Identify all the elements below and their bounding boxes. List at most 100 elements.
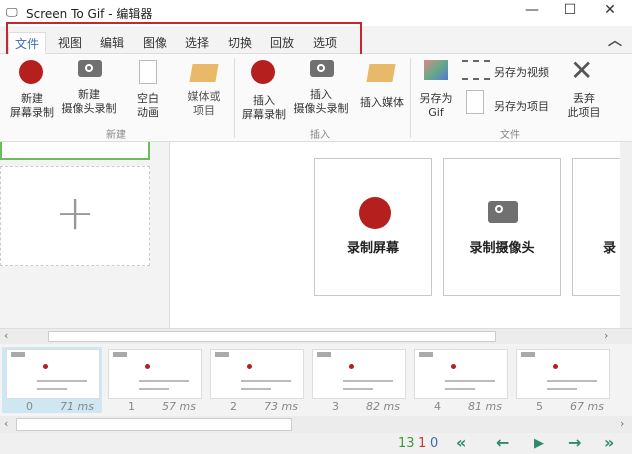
title-bar: 🖵 Screen To Gif - 编辑器 — ☐ ✕ [0, 0, 632, 26]
record-icon [359, 197, 391, 229]
tab-playback[interactable]: 回放 [264, 32, 300, 53]
frame-delay: 71 ms [60, 400, 94, 413]
scroll-thumb[interactable] [48, 331, 496, 342]
folder-icon [189, 64, 219, 82]
frame-number: 2 [230, 400, 237, 413]
separator [410, 58, 411, 138]
frame-image [210, 349, 304, 399]
frame-count: 13 [398, 436, 415, 451]
welcome-area: + 录制屏幕 录制摄像头 录 [0, 142, 632, 330]
tab-select[interactable]: 选择 [179, 32, 215, 53]
label: 另存为视频 [494, 66, 549, 79]
frame-thumbnail[interactable]: 5 67 ms [512, 347, 612, 413]
record-screen-card[interactable]: 录制屏幕 [314, 158, 432, 296]
frame-strip: 0 71 ms 1 57 ms 2 73 ms 3 82 ms 4 81 ms 5 67 ms [0, 344, 632, 416]
blank-animation-button[interactable]: 空白 动画 [130, 54, 166, 124]
separator [234, 58, 235, 138]
welcome-horizontal-scrollbar[interactable]: ‹ › [0, 328, 632, 344]
label: 空白 [137, 92, 159, 105]
insert-screen-recording-button[interactable]: 插入 屏幕录制 [238, 54, 290, 124]
preview-panel: + [0, 142, 170, 330]
label: 项目 [193, 104, 215, 117]
selected-count: 1 [418, 436, 427, 451]
next-frame-icon[interactable]: → [568, 433, 581, 452]
group-label-new: 新建 [106, 130, 126, 141]
frame-delay: 67 ms [570, 400, 604, 413]
tab-file[interactable]: 文件 [8, 32, 47, 54]
last-frame-icon[interactable]: » [604, 433, 614, 452]
frame-delay: 81 ms [468, 400, 502, 413]
frame-image [516, 349, 610, 399]
window-title: Screen To Gif - 编辑器 [26, 7, 153, 21]
card-label: 录 [603, 241, 617, 256]
record-camera-card[interactable]: 录制摄像头 [443, 158, 561, 296]
camera-icon [78, 60, 102, 77]
project-icon [466, 90, 484, 114]
scroll-thumb[interactable] [16, 418, 292, 431]
label: 动画 [137, 106, 159, 119]
frame-thumbnail[interactable]: 1 57 ms [104, 347, 204, 413]
frame-number: 4 [434, 400, 441, 413]
scroll-right-arrow[interactable]: › [620, 417, 624, 430]
insert-media-button[interactable]: 插入媒体 [356, 54, 406, 124]
label: 插入 [253, 94, 275, 107]
camera-add-icon [310, 60, 334, 77]
save-as-video-button[interactable]: 另存为视频 [460, 56, 560, 84]
frame-thumbnail[interactable]: 3 82 ms [308, 347, 408, 413]
tab-edit[interactable]: 编辑 [94, 32, 130, 53]
play-icon[interactable]: ▶ [534, 436, 544, 451]
close-button[interactable]: ✕ [590, 2, 630, 22]
tab-view[interactable]: 视图 [52, 32, 88, 53]
label: Gif [428, 106, 444, 119]
frame-thumbnail[interactable]: 4 81 ms [410, 347, 510, 413]
ribbon-tabs: 文件 视图 编辑 图像 选择 切换 回放 选项 ︿ [0, 26, 632, 54]
add-frame-area[interactable]: + [0, 166, 150, 266]
frame-image [414, 349, 508, 399]
frame-thumbnail[interactable]: 0 71 ms [2, 347, 102, 413]
frame-image [6, 349, 100, 399]
label: 丢弃 [573, 92, 595, 105]
tab-transition[interactable]: 切换 [222, 32, 258, 53]
label: 插入 [310, 88, 332, 101]
label: 屏幕录制 [242, 108, 286, 121]
scroll-left-arrow[interactable]: ‹ [4, 329, 8, 342]
new-screen-recording-button[interactable]: 新建 屏幕录制 [10, 54, 54, 124]
insert-camera-recording-button[interactable]: 插入 摄像头录制 [292, 54, 352, 124]
label: 另存为 [419, 92, 453, 105]
card-label: 录制摄像头 [469, 241, 535, 256]
label: 插入媒体 [360, 96, 404, 109]
label: 新建 [78, 88, 100, 101]
label: 摄像头录制 [293, 102, 349, 115]
tab-image[interactable]: 图像 [137, 32, 173, 53]
minimize-button[interactable]: — [512, 2, 552, 22]
maximize-button[interactable]: ☐ [550, 2, 590, 22]
new-camera-recording-button[interactable]: 新建 摄像头录制 [60, 54, 120, 124]
group-label-file: 文件 [500, 130, 520, 141]
film-icon [462, 60, 490, 80]
current-frame: 0 [430, 436, 439, 451]
frames-horizontal-scrollbar[interactable]: ‹ › [0, 416, 632, 433]
scroll-left-arrow[interactable]: ‹ [4, 417, 8, 430]
label: 新建 [21, 92, 43, 105]
record-icon [19, 60, 43, 84]
previous-frame-icon[interactable]: ← [496, 433, 509, 452]
discard-project-button[interactable]: ✕ 丢弃 此项目 [562, 54, 606, 124]
page-icon [139, 60, 157, 84]
scroll-right-arrow[interactable]: › [604, 329, 608, 342]
frame-number: 0 [26, 400, 33, 413]
ribbon: 新建 屏幕录制 新建 摄像头录制 空白 动画 媒体或 项目 新建 插入 屏幕录制 插入 摄像… [0, 54, 632, 142]
save-as-gif-button[interactable]: 另存为 Gif [414, 54, 458, 124]
save-as-project-button[interactable]: 另存为项目 [460, 88, 560, 118]
label: 屏幕录制 [10, 106, 54, 119]
vertical-scrollbar[interactable] [620, 142, 632, 330]
selected-frame-edge [0, 142, 150, 160]
frame-delay: 73 ms [264, 400, 298, 413]
frame-delay: 57 ms [162, 400, 196, 413]
record-add-icon [251, 60, 275, 84]
tab-options[interactable]: 选项 [307, 32, 343, 53]
first-frame-icon[interactable]: « [456, 433, 466, 452]
collapse-ribbon-button[interactable]: ︿ [608, 30, 622, 50]
media-or-project-button[interactable]: 媒体或 项目 [182, 54, 226, 124]
frame-thumbnail[interactable]: 2 73 ms [206, 347, 306, 413]
x-icon: ✕ [570, 54, 594, 87]
